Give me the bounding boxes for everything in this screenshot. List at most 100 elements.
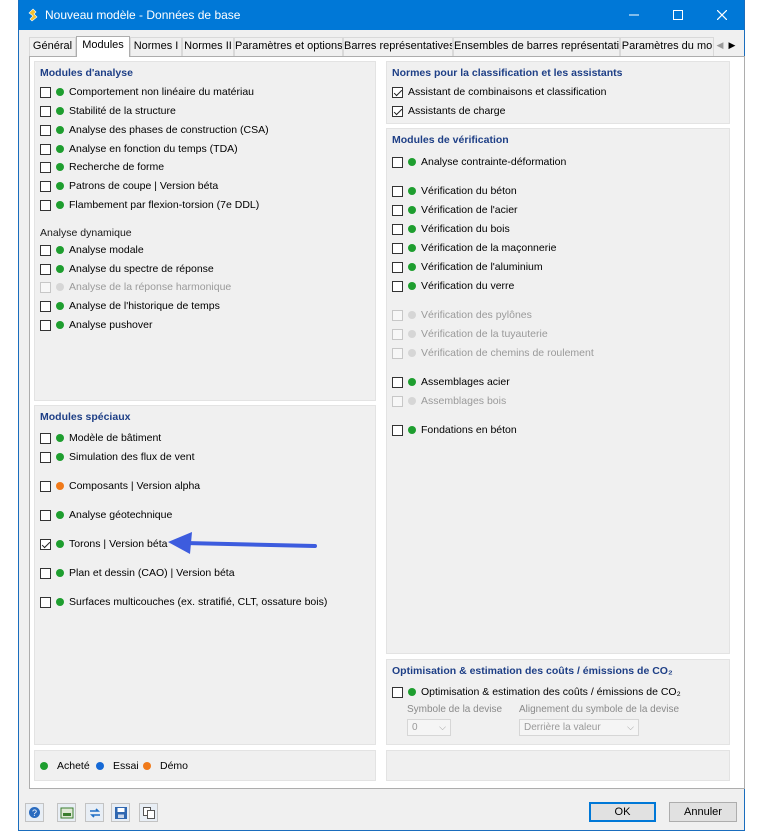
tab-barres-representatives[interactable]: Barres représentatives — [343, 37, 453, 56]
close-button[interactable] — [700, 0, 744, 30]
status-dot — [56, 126, 64, 134]
dynamic-item[interactable]: Analyse de l'historique de temps — [40, 299, 220, 313]
checkbox[interactable] — [40, 180, 51, 192]
status-dot — [408, 311, 416, 319]
checkbox[interactable] — [40, 143, 51, 155]
checkbox[interactable] — [392, 280, 403, 292]
analysis-item[interactable]: Recherche de forme — [40, 160, 164, 174]
checkbox — [392, 395, 403, 407]
checkbox[interactable] — [40, 124, 51, 136]
checkbox[interactable] — [392, 424, 403, 436]
checkbox[interactable] — [392, 376, 403, 388]
tab-normes-2[interactable]: Normes II — [182, 37, 234, 56]
tab-parametres-modele[interactable]: Paramètres du mo — [620, 37, 714, 56]
special-item[interactable]: Torons | Version béta — [40, 537, 167, 551]
checkbox[interactable] — [40, 105, 51, 117]
checkbox-checked[interactable] — [392, 86, 403, 98]
checkbox[interactable] — [40, 300, 51, 312]
arrows-icon[interactable] — [85, 803, 104, 822]
special-item[interactable]: Composants | Version alpha — [40, 479, 200, 493]
checkbox-checked[interactable] — [40, 538, 51, 550]
analysis-item[interactable]: Flambement par flexion-torsion (7e DDL) — [40, 198, 259, 212]
checkbox[interactable] — [392, 261, 403, 273]
special-item[interactable]: Plan et dessin (CAO) | Version béta — [40, 566, 235, 580]
units-icon[interactable] — [57, 803, 76, 822]
checkbox[interactable] — [392, 156, 403, 168]
optimization-item[interactable]: Optimisation & estimation des coûts / ém… — [392, 685, 681, 699]
design-item[interactable]: Vérification du bois — [392, 222, 510, 236]
checkbox[interactable] — [392, 223, 403, 235]
checkbox[interactable] — [40, 480, 51, 492]
copy-icon[interactable] — [139, 803, 158, 822]
tab-scroll-left-icon[interactable]: ◀ — [714, 38, 726, 52]
status-dot — [56, 569, 64, 577]
checkbox[interactable] — [40, 86, 51, 98]
checkbox[interactable] — [40, 432, 51, 444]
analysis-item[interactable]: Patrons de coupe | Version béta — [40, 179, 218, 193]
dynamic-item: Analyse de la réponse harmonique — [40, 280, 231, 294]
tab-normes-1[interactable]: Normes I — [130, 37, 182, 56]
checkbox[interactable] — [40, 596, 51, 608]
tab-modules[interactable]: Modules — [76, 36, 130, 57]
checkbox[interactable] — [392, 686, 403, 698]
standards-item[interactable]: Assistants de charge — [392, 104, 505, 118]
checkbox-checked[interactable] — [392, 105, 403, 117]
dynamic-item[interactable]: Analyse modale — [40, 243, 144, 257]
checkbox[interactable] — [40, 199, 51, 211]
special-item[interactable]: Analyse géotechnique — [40, 508, 172, 522]
design-item-label: Vérification de l'acier — [421, 204, 518, 216]
analysis-item[interactable]: Analyse en fonction du temps (TDA) — [40, 142, 238, 156]
checkbox[interactable] — [392, 185, 403, 197]
analysis-item[interactable]: Stabilité de la structure — [40, 104, 176, 118]
status-dot — [56, 540, 64, 548]
dynamic-item[interactable]: Analyse du spectre de réponse — [40, 262, 214, 276]
maximize-button[interactable] — [656, 0, 700, 30]
status-dot — [408, 206, 416, 214]
tab-strip: Général Modules Normes I Normes II Param… — [29, 36, 744, 57]
minimize-icon — [629, 14, 639, 16]
checkbox[interactable] — [40, 567, 51, 579]
checkbox[interactable] — [40, 161, 51, 173]
design-item[interactable]: Vérification de la maçonnerie — [392, 241, 556, 255]
checkbox[interactable] — [40, 319, 51, 331]
design-item[interactable]: Vérification du verre — [392, 279, 514, 293]
legend-label: Essai — [113, 760, 139, 772]
status-dot — [56, 321, 64, 329]
checkbox[interactable] — [40, 509, 51, 521]
standards-item[interactable]: Assistant de combinaisons et classificat… — [392, 85, 606, 99]
tab-general[interactable]: Général — [29, 37, 76, 56]
tab-ensembles-barres[interactable]: Ensembles de barres représentatifs — [453, 37, 620, 56]
tab-scroll-right-icon[interactable]: ▶ — [726, 38, 738, 52]
ok-button[interactable]: OK — [589, 802, 656, 822]
analysis-item[interactable]: Analyse des phases de construction (CSA) — [40, 123, 269, 137]
design-item[interactable]: Vérification de l'aluminium — [392, 260, 543, 274]
design-item[interactable]: Analyse contrainte-déformation — [392, 155, 566, 169]
minimize-button[interactable] — [612, 0, 656, 30]
cancel-button[interactable]: Annuler — [669, 802, 737, 822]
checkbox[interactable] — [40, 451, 51, 463]
checkbox[interactable] — [392, 242, 403, 254]
checkbox[interactable] — [40, 244, 51, 256]
close-icon — [717, 10, 727, 20]
checkbox[interactable] — [40, 263, 51, 275]
special-item[interactable]: Modèle de bâtiment — [40, 431, 161, 445]
special-item[interactable]: Simulation des flux de vent — [40, 450, 195, 464]
design-item[interactable]: Vérification du béton — [392, 184, 517, 198]
help-icon[interactable]: ? — [25, 803, 44, 822]
save-icon[interactable] — [111, 803, 130, 822]
special-item-label: Surfaces multicouches (ex. stratifié, CL… — [69, 596, 328, 608]
dynamic-item[interactable]: Analyse pushover — [40, 318, 152, 332]
checkbox[interactable] — [392, 204, 403, 216]
status-dot — [408, 187, 416, 195]
design-item[interactable]: Assemblages acier — [392, 375, 510, 389]
analysis-item[interactable]: Comportement non linéaire du matériau — [40, 85, 254, 99]
design-item[interactable]: Vérification de l'acier — [392, 203, 518, 217]
legend-demo: Démo — [143, 760, 188, 772]
design-item: Vérification de chemins de roulement — [392, 346, 594, 360]
special-item[interactable]: Surfaces multicouches (ex. stratifié, CL… — [40, 595, 327, 609]
design-item-label: Analyse contrainte-déformation — [421, 156, 567, 168]
legend-purchased: Acheté — [40, 760, 90, 772]
design-item[interactable]: Fondations en béton — [392, 423, 517, 437]
tab-parametres-options[interactable]: Paramètres et options — [234, 37, 343, 56]
design-item-label: Vérification du verre — [421, 280, 515, 292]
